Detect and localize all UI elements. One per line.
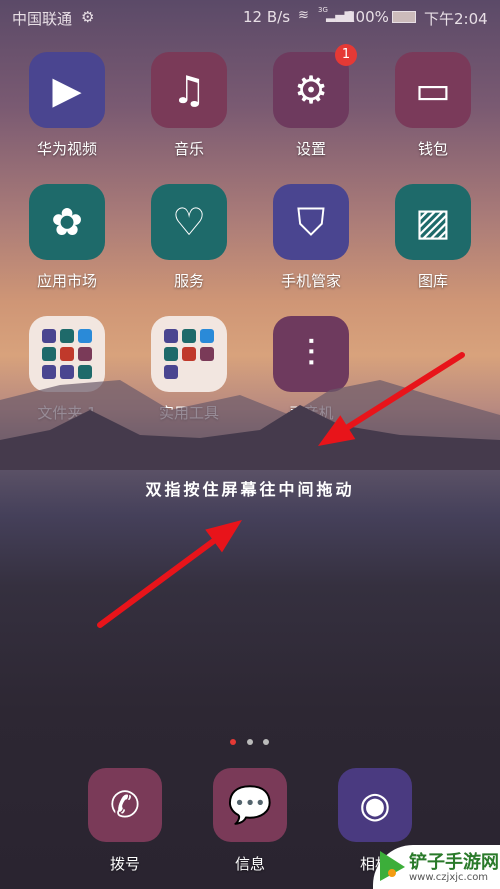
page-dot-1[interactable] (230, 739, 236, 745)
dock-label: 拨号 (109, 855, 140, 873)
red-arrow-bottom (97, 520, 242, 628)
watermark-name: 铲子手游网 (409, 852, 499, 873)
message-icon: 💬 (227, 785, 273, 826)
page-dot-2[interactable] (247, 739, 253, 745)
page-dot-3[interactable] (263, 739, 269, 745)
dock-label: 信息 (234, 855, 265, 873)
watermark-url: www.czjxjc.com (409, 872, 489, 883)
phone-icon: ✆ (109, 784, 141, 826)
watermark-logo-icon (380, 851, 405, 881)
dock-phone-button[interactable]: ✆ (88, 768, 162, 842)
arrows (97, 352, 465, 628)
dock-message-button[interactable]: 💬 (213, 768, 287, 842)
dock-camera-button[interactable]: ◉ (338, 768, 412, 842)
watermark: 铲子手游网 www.czjxjc.com (373, 845, 500, 889)
camera-icon: ◉ (359, 784, 391, 826)
red-arrow-top (318, 352, 465, 446)
